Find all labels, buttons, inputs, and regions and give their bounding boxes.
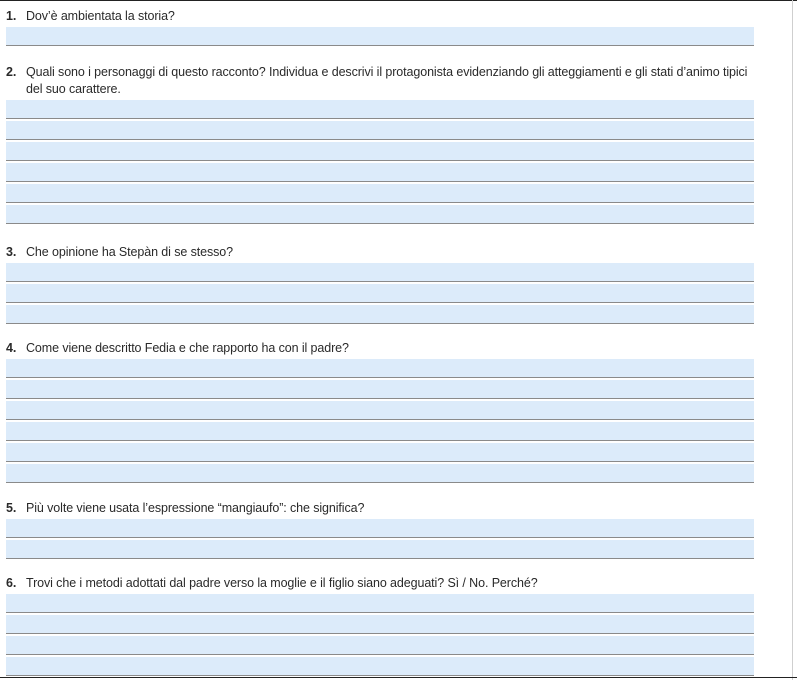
answer-line[interactable] bbox=[6, 184, 754, 203]
question-6: 6. Trovi che i metodi adottati dal padre … bbox=[6, 575, 754, 676]
answer-line[interactable] bbox=[6, 615, 754, 634]
question-text: Dov’è ambientata la storia? bbox=[26, 9, 175, 23]
answer-line[interactable] bbox=[6, 443, 754, 462]
answer-lines[interactable] bbox=[6, 359, 754, 483]
answer-line[interactable] bbox=[6, 519, 754, 538]
answer-line[interactable] bbox=[6, 305, 754, 324]
question-text: Più volte viene usata l’espressione “man… bbox=[26, 501, 365, 515]
answer-line[interactable] bbox=[6, 27, 754, 46]
question-number: 6. bbox=[6, 576, 17, 590]
question-2: 2. Quali sono i personaggi di questo racc… bbox=[6, 64, 754, 224]
top-border bbox=[0, 0, 797, 1]
question-text: Come viene descritto Fedia e che rapport… bbox=[26, 341, 349, 355]
question-5: 5. Più volte viene usata l’espressione “m… bbox=[6, 500, 754, 559]
question-text: Che opinione ha Stepàn di se stesso? bbox=[26, 245, 233, 259]
answer-line[interactable] bbox=[6, 142, 754, 161]
question-3: 3. Che opinione ha Stepàn di se stesso? bbox=[6, 244, 754, 324]
question-text: Quali sono i personaggi di questo raccon… bbox=[26, 65, 748, 96]
question-1: 1. Dov’è ambientata la storia? bbox=[6, 8, 754, 46]
answer-line[interactable] bbox=[6, 540, 754, 559]
answer-line[interactable] bbox=[6, 205, 754, 224]
answer-lines[interactable] bbox=[6, 594, 754, 676]
question-number: 3. bbox=[6, 245, 17, 259]
answer-line[interactable] bbox=[6, 594, 754, 613]
answer-lines[interactable] bbox=[6, 100, 754, 224]
answer-lines[interactable] bbox=[6, 263, 754, 324]
answer-line[interactable] bbox=[6, 464, 754, 483]
question-number: 1. bbox=[6, 9, 17, 23]
question-number: 2. bbox=[6, 65, 17, 79]
answer-line[interactable] bbox=[6, 636, 754, 655]
bottom-border bbox=[0, 677, 797, 678]
answer-line[interactable] bbox=[6, 422, 754, 441]
question-4: 4. Come viene descritto Fedia e che rappo… bbox=[6, 340, 754, 483]
answer-line[interactable] bbox=[6, 100, 754, 119]
question-number: 5. bbox=[6, 501, 17, 515]
answer-line[interactable] bbox=[6, 121, 754, 140]
answer-line[interactable] bbox=[6, 284, 754, 303]
answer-line[interactable] bbox=[6, 380, 754, 399]
answer-lines[interactable] bbox=[6, 27, 754, 46]
question-number: 4. bbox=[6, 341, 17, 355]
answer-line[interactable] bbox=[6, 401, 754, 420]
answer-lines[interactable] bbox=[6, 519, 754, 559]
answer-line[interactable] bbox=[6, 359, 754, 378]
right-border bbox=[792, 0, 793, 680]
question-text: Trovi che i metodi adottati dal padre ve… bbox=[26, 576, 538, 590]
answer-line[interactable] bbox=[6, 263, 754, 282]
answer-line[interactable] bbox=[6, 163, 754, 182]
answer-line[interactable] bbox=[6, 657, 754, 676]
